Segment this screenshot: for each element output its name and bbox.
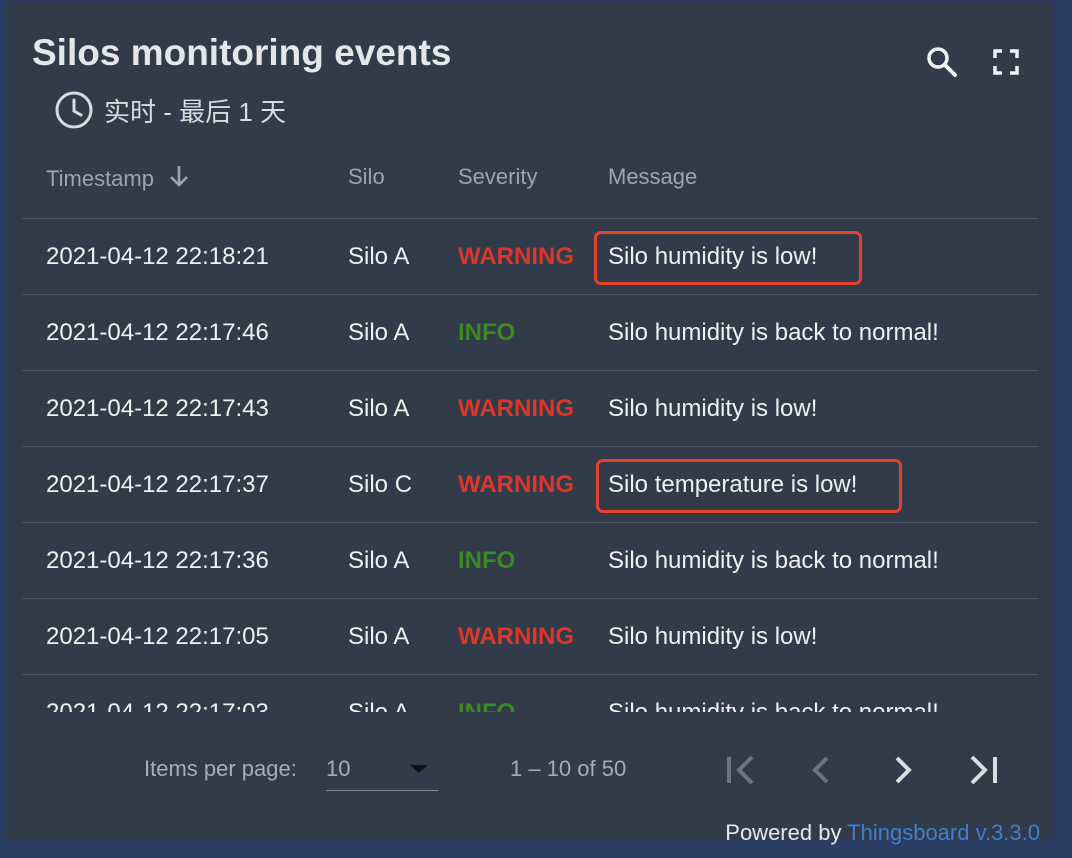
column-header-silo[interactable]: Silo [348, 164, 385, 190]
message-cell: Silo humidity is back to normal! [608, 319, 939, 346]
timewindow-button[interactable]: 实时 - 最后 1 天 [54, 88, 286, 132]
fullscreen-button[interactable] [988, 44, 1024, 80]
last-page-icon [960, 748, 1004, 792]
powered-by-label: Powered by [725, 820, 842, 845]
clock-icon [54, 90, 94, 130]
table-row[interactable]: 2021-04-12 22:17:36 Silo A INFO Silo hum… [22, 523, 1038, 599]
events-table: Timestamp Silo Severity Message 2021-04-… [22, 142, 1038, 712]
severity-cell: INFO [458, 319, 516, 346]
silo-cell: Silo A [348, 243, 410, 270]
chevron-right-icon [880, 748, 924, 792]
message-cell: Silo humidity is low! [608, 395, 818, 422]
next-page-button[interactable] [880, 748, 924, 792]
search-button[interactable] [924, 44, 960, 80]
table-header: Timestamp Silo Severity Message [22, 142, 1038, 219]
column-header-severity[interactable]: Severity [458, 164, 537, 190]
widget-card: Silos monitoring events 实时 - 最后 1 天 Time… [6, 2, 1054, 840]
widget-title: Silos monitoring events [32, 32, 452, 73]
column-header-timestamp[interactable]: Timestamp [46, 164, 190, 194]
range-label: 1 – 10 of 50 [510, 756, 627, 781]
timestamp-cell: 2021-04-12 22:17:36 [46, 547, 269, 574]
last-page-button[interactable] [960, 748, 1004, 792]
severity-cell: WARNING [458, 471, 574, 498]
timestamp-cell: 2021-04-12 22:18:21 [46, 243, 269, 270]
timewindow-label: 实时 - 最后 1 天 [104, 96, 287, 127]
silo-cell: Silo A [348, 675, 409, 712]
items-per-page-value: 10 [326, 756, 351, 781]
dropdown-arrow-icon [410, 765, 428, 773]
silo-cell: Silo A [348, 547, 410, 574]
timestamp-cell: 2021-04-12 22:17:37 [46, 471, 269, 498]
table-row[interactable]: 2021-04-12 22:17:46 Silo A INFO Silo hum… [22, 295, 1038, 371]
severity-cell: INFO [458, 675, 515, 712]
message-cell: Silo humidity is low! [608, 243, 818, 270]
fullscreen-icon [988, 44, 1024, 80]
chevron-left-icon [800, 748, 844, 792]
table-row[interactable]: 2021-04-12 22:18:21 Silo A WARNING Silo … [22, 219, 1038, 295]
first-page-icon [720, 748, 764, 792]
items-per-page-label: Items per page: [144, 756, 297, 781]
message-cell: Silo temperature is low! [608, 471, 858, 498]
timestamp-cell: 2021-04-12 22:17:03 [46, 675, 269, 712]
thingsboard-link[interactable]: Thingsboard v.3.3.0 [847, 820, 1040, 845]
message-cell: Silo humidity is back to normal! [608, 547, 939, 574]
first-page-button[interactable] [720, 748, 764, 792]
message-cell: Silo humidity is low! [608, 623, 818, 650]
silo-cell: Silo C [348, 471, 413, 498]
severity-cell: WARNING [458, 623, 574, 650]
severity-cell: INFO [458, 547, 516, 574]
powered-by-footer: Powered by Thingsboard v.3.3.0 [725, 820, 1040, 846]
timestamp-cell: 2021-04-12 22:17:43 [46, 395, 269, 422]
silo-cell: Silo A [348, 319, 410, 346]
silo-cell: Silo A [348, 395, 410, 422]
column-header-label: Timestamp [46, 166, 154, 191]
arrow-down-icon [168, 164, 190, 194]
column-header-message[interactable]: Message [608, 164, 697, 190]
table-row[interactable]: 2021-04-12 22:17:37 Silo C WARNING Silo … [22, 447, 1038, 523]
paginator: Items per page: 10 1 – 10 of 50 [6, 730, 1054, 810]
timestamp-cell: 2021-04-12 22:17:46 [46, 319, 269, 346]
table-row[interactable]: 2021-04-12 22:17:43 Silo A WARNING Silo … [22, 371, 1038, 447]
items-per-page-select[interactable]: 10 [326, 746, 438, 791]
severity-cell: WARNING [458, 395, 574, 422]
silo-cell: Silo A [348, 623, 410, 650]
search-icon [924, 44, 960, 80]
timestamp-cell: 2021-04-12 22:17:05 [46, 623, 269, 650]
table-row[interactable]: 2021-04-12 22:17:03 Silo A INFO Silo hum… [22, 675, 1038, 712]
previous-page-button[interactable] [800, 748, 844, 792]
severity-cell: WARNING [458, 243, 574, 270]
table-row[interactable]: 2021-04-12 22:17:05 Silo A WARNING Silo … [22, 599, 1038, 675]
message-cell: Silo humidity is back to normal! [608, 675, 939, 712]
